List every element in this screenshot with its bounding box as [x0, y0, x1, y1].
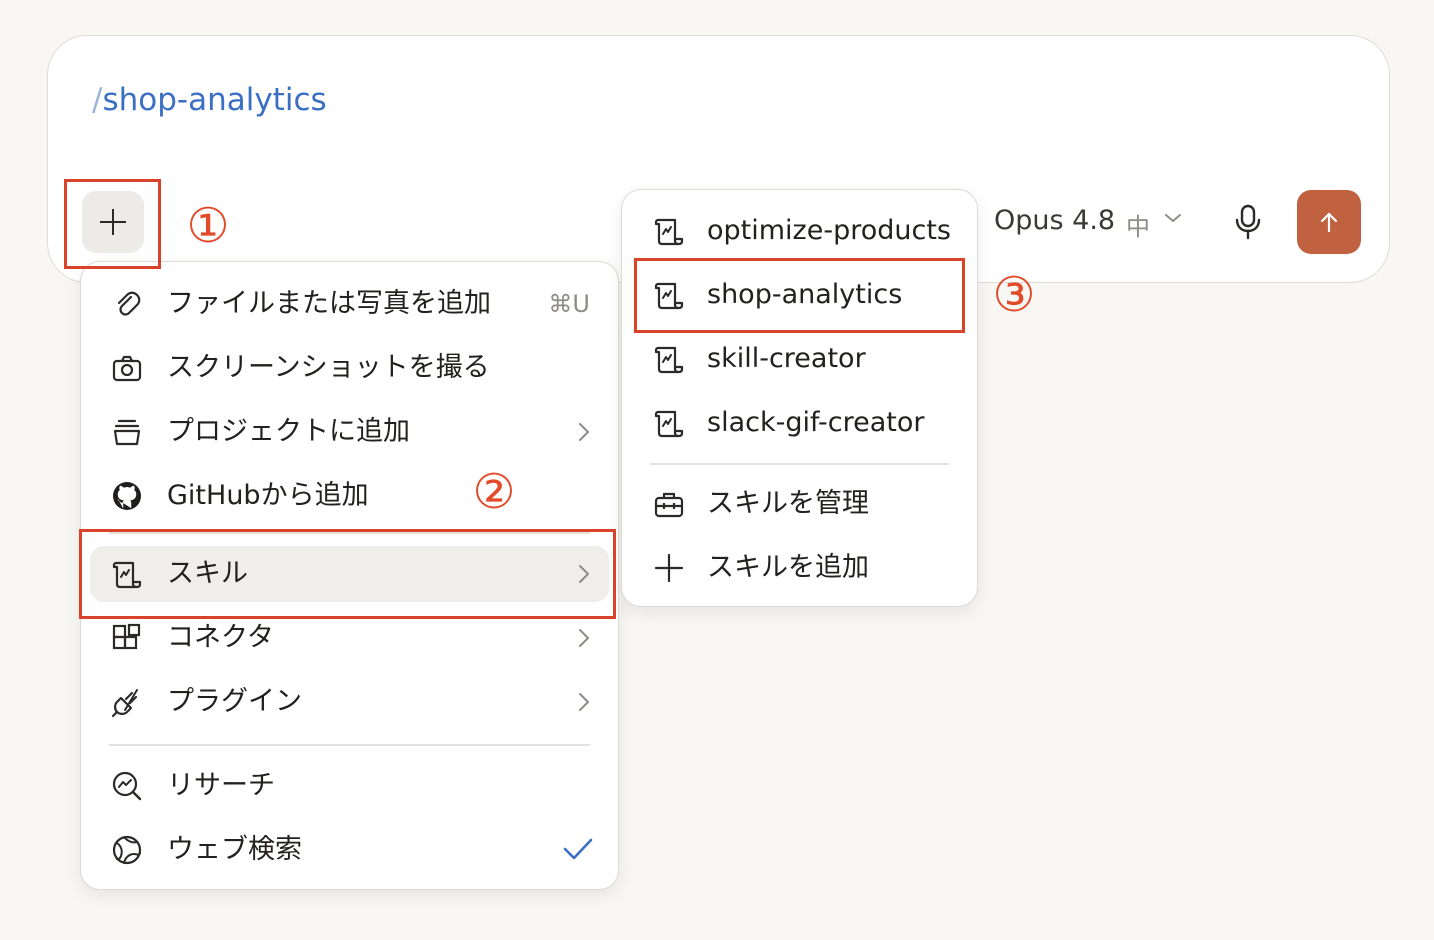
prompt-input[interactable]: /shop-analytics [92, 80, 327, 120]
menu-item-label: プラグイン [167, 686, 302, 717]
menu-item-label: GitHubから追加 [167, 480, 369, 511]
menu-divider [650, 463, 949, 465]
shortcut-hint: ⌘U [548, 290, 590, 318]
paperclip-icon [117, 291, 141, 316]
menu-item-label: スクリーンショットを撮る [167, 352, 490, 383]
camera-icon [112, 355, 142, 382]
command-slash: / [92, 82, 103, 118]
skill-label: slack-gif-creator [707, 407, 925, 438]
action-label: スキルを追加 [707, 552, 869, 583]
skill-label: optimize-products [707, 215, 951, 246]
menu-divider [109, 744, 590, 746]
plus-icon [654, 553, 684, 583]
manage-skills-item[interactable]: スキルを管理 [622, 476, 977, 532]
step-marker-3: ③ [992, 269, 1036, 322]
menu-item-add-to-project[interactable]: プロジェクトに追加 [81, 404, 618, 460]
command-name: shop-analytics [102, 82, 327, 118]
menu-item-screenshot[interactable]: スクリーンショットを撮る [81, 340, 618, 396]
action-label: スキルを管理 [707, 488, 869, 519]
microphone-icon[interactable] [1233, 204, 1263, 240]
research-icon [112, 771, 142, 801]
model-selector[interactable]: Opus 4.8 [994, 205, 1115, 236]
step-marker-1: ① [186, 200, 230, 253]
chevron-right-icon [579, 629, 589, 647]
checkmark-icon [563, 838, 593, 860]
menu-item-label: ウェブ検索 [167, 834, 302, 865]
skill-item-slack-gif-creator[interactable]: slack-gif-creator [622, 395, 977, 451]
scroll-icon [654, 346, 684, 374]
menu-item-github[interactable]: GitHubから追加 [81, 468, 618, 524]
plug-icon [111, 689, 138, 718]
blocks-icon [112, 623, 141, 650]
menu-item-label: プロジェクトに追加 [167, 416, 410, 447]
menu-item-label: コネクタ [167, 622, 274, 653]
stack-icon [113, 419, 141, 446]
menu-item-label: リサーチ [167, 770, 275, 801]
skill-label: skill-creator [707, 343, 866, 374]
scroll-icon [654, 218, 684, 246]
globe-icon [112, 835, 142, 865]
menu-item-add-file[interactable]: ファイルまたは写真を追加 ⌘U [81, 276, 618, 332]
menu-item-label: ファイルまたは写真を追加 [167, 288, 491, 319]
chevron-right-icon [579, 423, 589, 441]
highlight-skills-item [79, 529, 616, 619]
chevron-right-icon [579, 693, 589, 711]
scroll-icon [654, 410, 684, 438]
menu-item-research[interactable]: リサーチ [81, 758, 618, 814]
highlight-add-button [64, 179, 161, 269]
highlight-shop-analytics [634, 258, 965, 333]
effort-level[interactable]: 中 [1126, 207, 1150, 242]
github-icon [113, 482, 141, 510]
menu-item-web-search[interactable]: ウェブ検索 [81, 822, 618, 878]
arrow-up-icon [1320, 212, 1338, 233]
toolbox-icon [654, 492, 684, 518]
skill-item-skill-creator[interactable]: skill-creator [622, 331, 977, 387]
chevron-down-icon[interactable] [1164, 212, 1182, 224]
skill-item-optimize-products[interactable]: optimize-products [622, 203, 977, 259]
step-marker-2: ② [472, 466, 516, 519]
send-button[interactable] [1297, 190, 1361, 254]
add-skill-item[interactable]: スキルを追加 [622, 540, 977, 596]
skills-submenu: optimize-products shop-analytics skill-c… [621, 189, 978, 607]
menu-item-plugins[interactable]: プラグイン [81, 674, 618, 730]
